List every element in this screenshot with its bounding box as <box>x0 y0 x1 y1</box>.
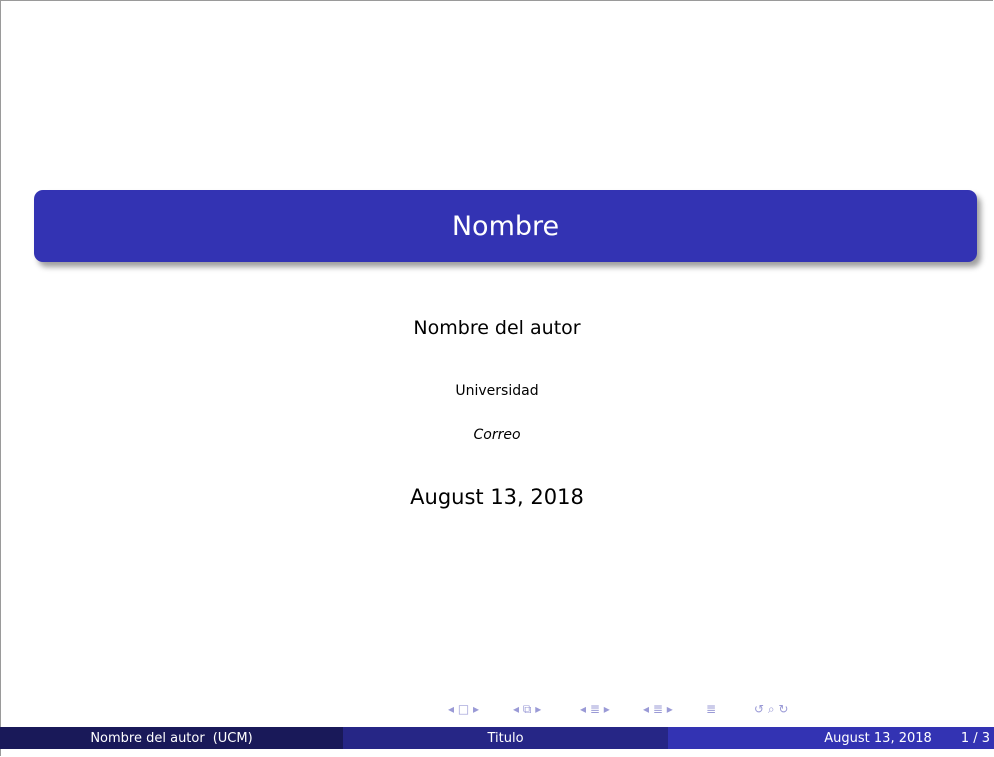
nav-section-icon[interactable]: ◂ ≣ ▸ <box>580 702 610 716</box>
slide-date: August 13, 2018 <box>410 485 584 509</box>
nav-subsection-icon[interactable]: ◂ ⧉ ▸ <box>513 702 541 717</box>
footer-author: Nombre del autor (UCM) <box>0 727 343 749</box>
slide-title: Nombre <box>451 210 560 242</box>
title-box: Nombre <box>34 190 977 262</box>
footer-date: August 13, 2018 <box>824 730 932 746</box>
footer-author-name: Nombre del autor <box>90 730 205 746</box>
footer-institute: (UCM) <box>212 730 253 746</box>
nav-section-icon[interactable]: ◂ ≣ ▸ <box>643 702 673 716</box>
nav-align-icon[interactable]: ≣ <box>706 702 716 716</box>
slide-frame <box>0 0 993 756</box>
footer-title: Titulo <box>343 727 668 749</box>
nav-frame-icon[interactable]: ◂ □ ▸ <box>448 702 479 716</box>
footer-right: August 13, 2018 1 / 3 <box>668 727 994 749</box>
nav-search-icon[interactable]: ↺ ⌕ ↻ <box>754 702 788 717</box>
footer-bar: Nombre del autor (UCM) Titulo August 13,… <box>0 727 994 749</box>
slide-author: Nombre del autor <box>413 317 581 339</box>
slide-email: Correo <box>473 427 521 443</box>
footer-page-number: 1 / 3 <box>960 730 990 746</box>
beamer-navigation-symbols: ◂ □ ▸ ◂ ⧉ ▸ ◂ ≣ ▸ ◂ ≣ ▸ ≣ ↺ ⌕ ↻ <box>448 702 991 720</box>
slide-institute: Universidad <box>455 383 539 399</box>
